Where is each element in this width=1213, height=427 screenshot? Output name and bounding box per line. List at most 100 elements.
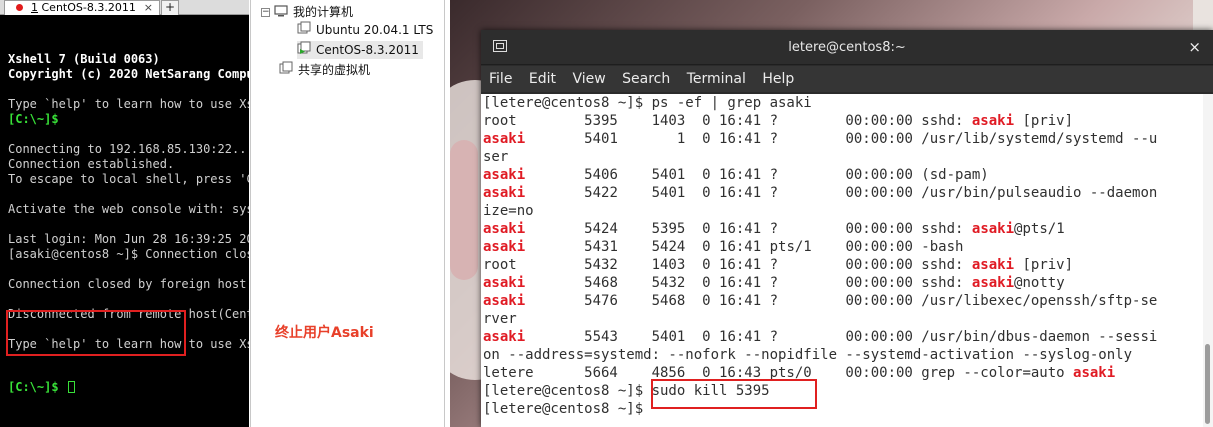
- highlight-box-kill-command: [651, 379, 817, 409]
- xshell-line: [8, 127, 249, 142]
- vm-library-tree: − 我的计算机 Ubuntu 20.04.1 LTS CentOS-8.3.20…: [250, 0, 445, 427]
- terminal-line: ize=no: [483, 202, 1203, 220]
- terminal-line: on --address=systemd: --nofork --nopidfi…: [483, 346, 1203, 364]
- highlighted-match: asaki: [483, 185, 526, 201]
- terminal-text: 5406 5401 0 16:41 ? 00:00:00 (sd-pam): [525, 167, 989, 183]
- terminal-text: 5424 5395 0 16:41 ? 00:00:00 sshd:: [525, 221, 972, 237]
- terminal-line: rver: [483, 310, 1203, 328]
- xshell-line: Connection established.: [8, 157, 175, 171]
- highlighted-match: asaki: [483, 293, 526, 309]
- terminal-line: asaki 5406 5401 0 16:41 ? 00:00:00 (sd-p…: [483, 166, 1203, 184]
- highlighted-match: asaki: [971, 275, 1015, 291]
- terminal-line: [letere@centos8 ~]$ sudo kill 5395: [483, 382, 1203, 400]
- xshell-line: Copyright (c) 2020 NetSarang Computer, I…: [8, 67, 249, 81]
- highlighted-match: asaki: [971, 257, 1015, 273]
- xshell-line: [8, 82, 249, 97]
- tree-node-label: 共享的虚拟机: [298, 63, 371, 77]
- terminal-text: rver: [483, 311, 517, 327]
- close-window-icon[interactable]: ×: [1188, 38, 1201, 56]
- terminal-titlebar[interactable]: letere@centos8:~ ×: [481, 30, 1213, 65]
- menu-terminal[interactable]: Terminal: [687, 66, 746, 92]
- terminal-text: 5476 5468 0 16:41 ? 00:00:00 /usr/libexe…: [525, 293, 1158, 309]
- terminal-text: 5422 5401 0 16:41 ? 00:00:00 /usr/bin/pu…: [525, 185, 1158, 201]
- session-status-icon: [16, 4, 23, 11]
- terminal-line: ser: [483, 148, 1203, 166]
- terminal-text: root 5395 1403 0 16:41 ? 00:00:00 sshd:: [483, 113, 972, 129]
- xshell-final-prompt: [C:\~]$: [8, 380, 249, 395]
- terminal-line: [letere@centos8 ~]$ ps -ef | grep asaki: [483, 94, 1203, 112]
- terminal-text: @pts/1: [1014, 221, 1065, 237]
- terminal-text: on --address=systemd: --nofork --nopidfi…: [483, 347, 1133, 363]
- tree-node-label: 我的计算机: [293, 5, 354, 19]
- vm-running-icon: [297, 41, 311, 60]
- wallpaper-shape: [450, 140, 478, 280]
- highlighted-match: asaki: [483, 275, 526, 291]
- xshell-line: [C:\~]$: [8, 112, 59, 126]
- annotation-label: 终止用户Asaki: [275, 325, 374, 341]
- terminal-line: asaki 5543 5401 0 16:41 ? 00:00:00 /usr/…: [483, 328, 1203, 346]
- session-tab-label: CentOS-8.3.2011: [41, 1, 136, 14]
- tree-node-vm-centos[interactable]: CentOS-8.3.2011: [297, 41, 423, 59]
- terminal-line: root 5395 1403 0 16:41 ? 00:00:00 sshd: …: [483, 112, 1203, 130]
- terminal-text: 5468 5432 0 16:41 ? 00:00:00 sshd:: [525, 275, 972, 291]
- terminal-scrollbar[interactable]: [1203, 94, 1213, 427]
- session-tab-title: 1 CentOS-8.3.2011: [31, 1, 136, 14]
- xshell-line: [8, 292, 249, 307]
- tree-node-my-computer[interactable]: − 我的计算机: [261, 3, 353, 21]
- tree-node-label: CentOS-8.3.2011: [316, 43, 419, 57]
- terminal-line: root 5432 1403 0 16:41 ? 00:00:00 sshd: …: [483, 256, 1203, 274]
- terminal-line: asaki 5401 1 0 16:41 ? 00:00:00 /usr/lib…: [483, 130, 1203, 148]
- terminal-text: root 5432 1403 0 16:41 ? 00:00:00 sshd:: [483, 257, 972, 273]
- highlighted-match: asaki: [971, 113, 1015, 129]
- terminal-line: [letere@centos8 ~]$: [483, 400, 1203, 418]
- highlight-box-xshell: [6, 310, 186, 356]
- highlighted-match: asaki: [483, 239, 526, 255]
- close-tab-icon[interactable]: ×: [144, 1, 153, 14]
- terminal-line: asaki 5431 5424 0 16:41 pts/1 00:00:00 -…: [483, 238, 1203, 256]
- menu-edit[interactable]: Edit: [529, 66, 556, 92]
- menu-file[interactable]: File: [489, 66, 512, 92]
- terminal-text: [letere@centos8 ~]$: [483, 401, 652, 417]
- xshell-line: Connection closed by foreign host.: [8, 277, 249, 291]
- tree-node-shared-vms[interactable]: 共享的虚拟机: [279, 61, 370, 79]
- cursor-icon: [67, 381, 75, 393]
- add-tab-button[interactable]: +: [161, 0, 179, 15]
- terminal-line: asaki 5424 5395 0 16:41 ? 00:00:00 sshd:…: [483, 220, 1203, 238]
- session-tab-index: 1: [31, 1, 38, 14]
- xshell-session-tab[interactable]: 1 CentOS-8.3.2011 ×: [4, 0, 160, 15]
- terminal-text: @notty: [1014, 275, 1065, 291]
- xshell-terminal-output[interactable]: Xshell 7 (Build 0063) Copyright (c) 2020 …: [8, 24, 249, 424]
- highlighted-match: asaki: [483, 221, 526, 237]
- xshell-line: To escape to local shell, press 'Ctrl+Al…: [8, 172, 249, 186]
- xshell-line: [8, 217, 249, 232]
- xshell-line: [8, 262, 249, 277]
- xshell-window: 1 CentOS-8.3.2011 × + Xshell 7 (Build 00…: [0, 0, 249, 427]
- xshell-lines: Xshell 7 (Build 0063) Copyright (c) 2020 …: [8, 52, 249, 352]
- xshell-line: Connecting to 192.168.85.130:22...: [8, 142, 249, 156]
- collapse-icon[interactable]: −: [261, 8, 270, 17]
- terminal-window: letere@centos8:~ × File Edit View Search…: [481, 30, 1213, 427]
- terminal-text: [priv]: [1014, 257, 1074, 273]
- terminal-text: [letere@centos8 ~]$ ps -ef | grep asaki: [483, 95, 812, 111]
- highlighted-match: asaki: [483, 167, 526, 183]
- tree-node-label: Ubuntu 20.04.1 LTS: [316, 23, 434, 37]
- scrollbar-thumb[interactable]: [1205, 344, 1210, 424]
- terminal-text: ser: [483, 149, 509, 165]
- tree-node-vm-ubuntu[interactable]: Ubuntu 20.04.1 LTS: [297, 21, 433, 39]
- terminal-text: [priv]: [1014, 113, 1074, 129]
- highlighted-match: asaki: [483, 329, 526, 345]
- menu-help[interactable]: Help: [762, 66, 794, 92]
- xshell-line: Type `help' to learn how to use Xshell p…: [8, 97, 249, 111]
- xshell-line: Xshell 7 (Build 0063): [8, 52, 160, 66]
- menu-search[interactable]: Search: [622, 66, 670, 92]
- terminal-output[interactable]: [letere@centos8 ~]$ ps -ef | grep asaki r…: [481, 94, 1203, 427]
- xshell-line: [8, 187, 249, 202]
- terminal-title: letere@centos8:~: [788, 40, 906, 55]
- menu-view[interactable]: View: [572, 66, 605, 92]
- xshell-line: [asaki@centos8 ~]$ Connection closed.: [8, 247, 249, 261]
- xshell-line: Last login: Mon Jun 28 16:39:25 2021: [8, 232, 249, 246]
- xshell-prompt-text: [C:\~]$: [8, 380, 66, 394]
- terminal-text: 5431 5424 0 16:41 pts/1 00:00:00 -bash: [525, 239, 964, 255]
- terminal-line: asaki 5468 5432 0 16:41 ? 00:00:00 sshd:…: [483, 274, 1203, 292]
- terminal-menubar: File Edit View Search Terminal Help: [481, 66, 1213, 92]
